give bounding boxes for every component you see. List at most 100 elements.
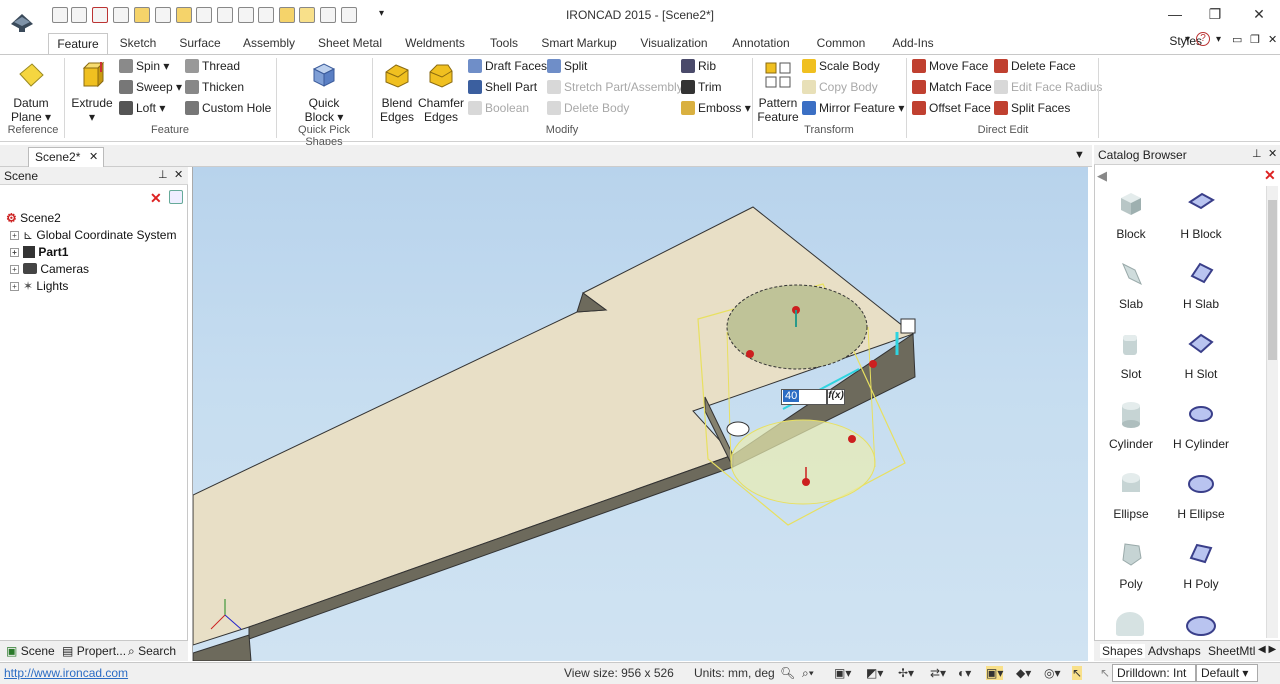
minimize-ribbon-icon[interactable]: ▭ xyxy=(1232,33,1242,46)
view-orient-icon[interactable]: ▣▾ xyxy=(834,666,851,680)
document-tab-close-icon[interactable]: ✕ xyxy=(89,148,98,166)
scene-panel-close-icon[interactable]: ✕ xyxy=(174,168,183,181)
3d-viewport[interactable]: 40 f(x) xyxy=(192,167,1088,661)
tree-item-scene[interactable]: ⚙ Scene2 xyxy=(6,211,61,225)
camera-view-icon[interactable]: ◎▾ xyxy=(1044,666,1061,680)
catalog-item-h-ellipse[interactable]: H Ellipse xyxy=(1166,470,1236,521)
filter-icon[interactable] xyxy=(169,190,183,204)
catalog-item-block[interactable]: Block xyxy=(1096,190,1166,241)
tree-item-global-coordinate-system[interactable]: + ⊾ Global Coordinate System xyxy=(10,228,176,242)
catalog-item-h-poly[interactable]: H Poly xyxy=(1166,540,1236,591)
datum-plane-button[interactable]: Datum Plane ▾ xyxy=(6,60,56,124)
catalog-item-cylinder[interactable]: Cylinder xyxy=(1096,400,1166,451)
catalog-item-slot[interactable]: Slot xyxy=(1096,330,1166,381)
catalog-scrollbar[interactable] xyxy=(1266,186,1278,638)
tab-search[interactable]: ⌕ Search xyxy=(128,644,176,659)
select-pointer-icon[interactable]: ↖ xyxy=(1072,666,1083,680)
tab-assembly[interactable]: Assembly xyxy=(238,33,300,54)
pattern-feature-button[interactable]: Pattern Feature xyxy=(756,60,800,124)
minimize-icon[interactable]: — xyxy=(1160,4,1190,24)
tree-item-part1[interactable]: + Part1 xyxy=(10,245,68,259)
catalog-item-poly[interactable]: Poly xyxy=(1096,540,1166,591)
tab-sheetmtl[interactable]: SheetMtl xyxy=(1208,644,1255,658)
drilldown-select[interactable]: Drilldown: Int ▾ xyxy=(1112,664,1196,684)
zoom-window-icon[interactable]: ⌕▾ xyxy=(802,666,814,681)
close-icon[interactable]: ✕ xyxy=(1244,4,1274,24)
rib-button[interactable]: Rib xyxy=(681,59,716,73)
tab-feature[interactable]: Feature xyxy=(48,33,108,54)
scale-body-button[interactable]: Scale Body xyxy=(802,59,880,73)
catalog-item-h-cylinder[interactable]: H Cylinder xyxy=(1166,400,1236,451)
filter-pointer-icon[interactable]: ↖ xyxy=(1100,666,1110,680)
chamfer-edges-button[interactable]: Chamfer Edges xyxy=(418,60,464,124)
zoom-icon[interactable]: 🔍︎ xyxy=(780,666,795,680)
loft-button[interactable]: Loft ▾ xyxy=(119,101,165,115)
mirror-feature-button[interactable]: Mirror Feature ▾ xyxy=(802,101,904,115)
tab-sheet-metal[interactable]: Sheet Metal xyxy=(314,33,386,54)
split-faces-button[interactable]: Split Faces xyxy=(994,101,1070,115)
blend-edges-button[interactable]: Blend Edges xyxy=(378,60,416,124)
sphere-shape-icon[interactable] xyxy=(1116,612,1144,636)
spin-button[interactable]: Spin ▾ xyxy=(119,59,169,73)
stretch-button[interactable]: Stretch Part/Assembly xyxy=(547,80,683,94)
move-face-button[interactable]: Move Face xyxy=(912,59,988,73)
sizebox-handle[interactable] xyxy=(746,350,754,358)
style-select[interactable]: Default ▾ xyxy=(1196,664,1258,682)
tab-shapes[interactable]: Shapes xyxy=(1100,644,1145,658)
tab-tools[interactable]: Tools xyxy=(484,33,524,54)
catalog-item-h-slab[interactable]: H Slab xyxy=(1166,260,1236,311)
dimension-input[interactable]: 40 xyxy=(781,389,827,405)
expand-icon[interactable]: + xyxy=(10,282,19,291)
scene-canvas[interactable] xyxy=(193,167,1088,661)
back-arrow-icon[interactable]: ◀ xyxy=(1097,168,1107,184)
restore-icon[interactable]: ❐ xyxy=(1250,33,1260,46)
view-cube-icon[interactable]: ◩▾ xyxy=(866,666,883,680)
catalog-scrollbar-thumb[interactable] xyxy=(1268,200,1277,360)
document-tab[interactable]: Scene2* ✕ xyxy=(28,147,104,167)
triad-icon[interactable]: ✢▾ xyxy=(898,666,914,680)
tab-visualization[interactable]: Visualization xyxy=(638,33,710,54)
expand-icon[interactable]: + xyxy=(10,248,19,257)
catalog-close-icon[interactable]: ✕ xyxy=(1268,147,1277,160)
delete-icon[interactable]: ✕ xyxy=(150,190,162,207)
catalog-item-slab[interactable]: Slab xyxy=(1096,260,1166,311)
thread-button[interactable]: Thread xyxy=(185,59,240,73)
boolean-button[interactable]: Boolean xyxy=(468,101,529,115)
pin-icon[interactable]: ⊥ xyxy=(1252,147,1262,160)
match-face-button[interactable]: Match Face xyxy=(912,80,992,94)
help-icon[interactable]: ? xyxy=(1196,32,1210,46)
shell-part-button[interactable]: Shell Part xyxy=(468,80,537,94)
offset-face-button[interactable]: Offset Face xyxy=(912,101,991,115)
emboss-button[interactable]: Emboss ▾ xyxy=(681,101,751,115)
tab-scene[interactable]: ▣ Scene xyxy=(6,644,55,658)
sizebox-handle[interactable] xyxy=(869,360,877,368)
sizebox-handle[interactable] xyxy=(848,435,856,443)
tab-weldments[interactable]: Weldments xyxy=(402,33,468,54)
render-icon[interactable]: ◐▾ xyxy=(958,666,971,680)
tree-item-cameras[interactable]: + Cameras xyxy=(10,262,89,276)
delete-face-button[interactable]: Delete Face xyxy=(994,59,1076,73)
lighting-icon[interactable]: ◆▾ xyxy=(1016,666,1031,680)
tab-annotation[interactable]: Annotation xyxy=(726,33,796,54)
styles-dropdown-icon[interactable]: ▾ xyxy=(1185,34,1190,45)
walk-icon[interactable]: ⇄▾ xyxy=(930,666,946,680)
formula-button[interactable]: f(x) xyxy=(827,389,845,405)
expand-icon[interactable]: + xyxy=(10,231,19,240)
tab-scroll-icon[interactable]: ◀ ▶ xyxy=(1258,644,1276,655)
draft-faces-button[interactable]: Draft Faces xyxy=(468,59,547,73)
tab-properties[interactable]: ▤ Propert... xyxy=(62,644,126,658)
catalog-item-ellipse[interactable]: Ellipse xyxy=(1096,470,1166,521)
edit-face-radius-button[interactable]: Edit Face Radius xyxy=(994,80,1102,94)
tab-add-ins[interactable]: Add-Ins xyxy=(886,33,940,54)
document-list-dropdown-icon[interactable]: ▼ xyxy=(1074,149,1085,161)
expand-icon[interactable]: + xyxy=(10,265,19,274)
tab-sketch[interactable]: Sketch xyxy=(112,33,164,54)
quick-block-button[interactable]: Quick Block ▾ xyxy=(296,60,352,124)
catalog-item-h-slot[interactable]: H Slot xyxy=(1166,330,1236,381)
tab-surface[interactable]: Surface xyxy=(172,33,228,54)
delete-body-button[interactable]: Delete Body xyxy=(547,101,629,115)
extrude-button[interactable]: Extrude ▾ xyxy=(70,60,114,124)
triball-toggle-icon[interactable] xyxy=(900,318,916,334)
help-dropdown-icon[interactable]: ▾ xyxy=(1216,34,1221,45)
shading-icon[interactable]: ▣▾ xyxy=(986,666,1004,680)
